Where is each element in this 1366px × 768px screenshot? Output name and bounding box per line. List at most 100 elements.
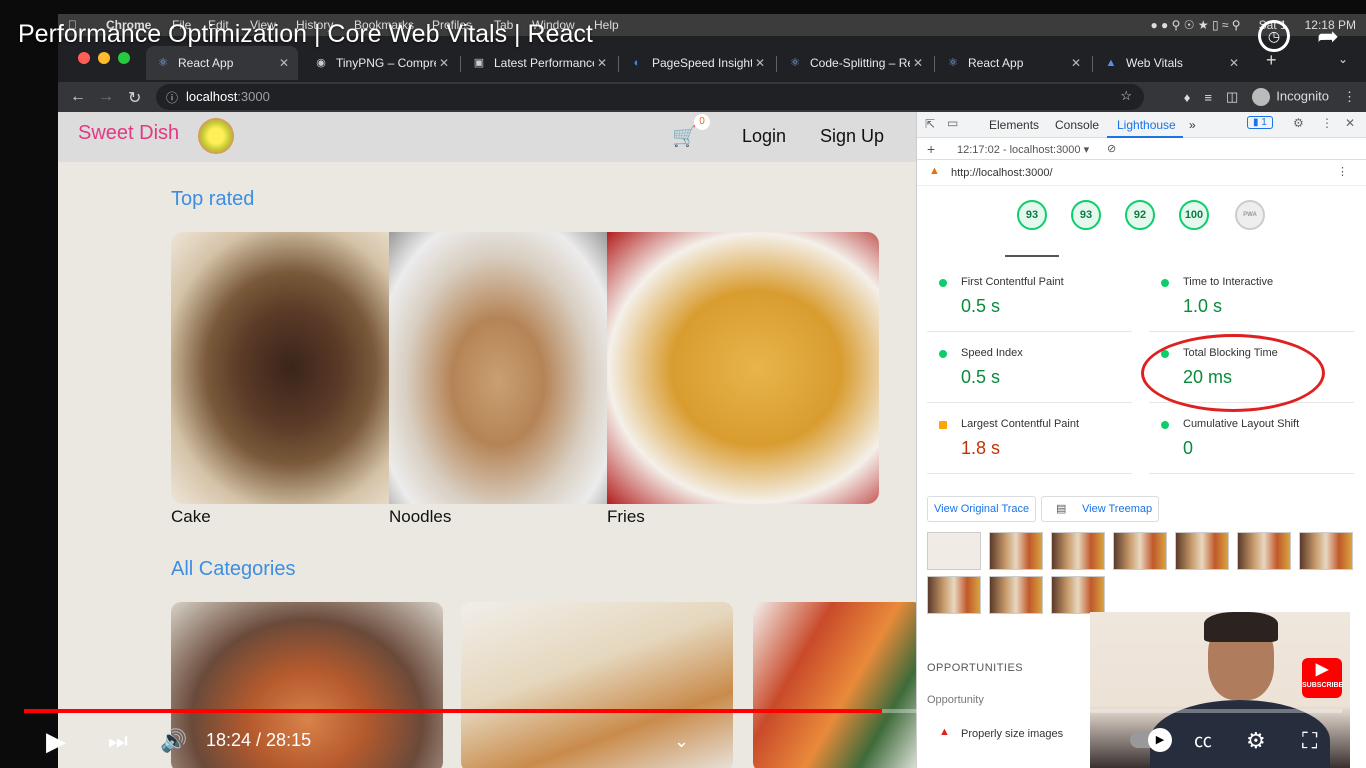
devtools-more-tabs[interactable]: »: [1189, 118, 1196, 132]
inspect-element-icon[interactable]: ⇱: [925, 117, 935, 131]
tab-label: TinyPNG – Compress: [336, 56, 436, 70]
time-display: 18:24 / 28:15: [206, 730, 312, 750]
reload-icon[interactable]: ↻: [128, 88, 141, 108]
laptop-icon: ▣: [473, 57, 485, 69]
noodles-image[interactable]: [389, 232, 607, 504]
tab-separator: [776, 56, 777, 72]
incognito-label: Incognito: [1276, 88, 1329, 104]
lighthouse-toolbar: + 12:17:02 - localhost:3000 ▾ ⊘: [917, 138, 1366, 160]
cart-icon[interactable]: 🛒: [672, 124, 697, 149]
close-icon[interactable]: ✕: [594, 56, 610, 70]
tab-react-app[interactable]: ⚛ React App ✕: [146, 46, 298, 80]
tab-web-vitals[interactable]: ▲ Web Vitals ✕: [1094, 46, 1248, 80]
tab-tinypng[interactable]: ◉ TinyPNG – Compress ✕: [304, 46, 458, 80]
pass-dot-icon: [939, 350, 947, 358]
view-treemap-label: View Treemap: [1082, 503, 1153, 515]
react-icon: ⚛: [158, 57, 168, 69]
volume-icon[interactable]: 🔊: [160, 726, 187, 756]
share-arrow-icon[interactable]: ➦: [1312, 20, 1344, 52]
clear-reports-icon[interactable]: ⊘: [1107, 142, 1116, 155]
score-gauge-pwa[interactable]: PWA: [1235, 200, 1265, 230]
captions-cc-icon[interactable]: ㏄: [1194, 726, 1212, 756]
tab-label: PageSpeed Insights: [652, 56, 752, 70]
device-toolbar-icon[interactable]: ▭: [947, 116, 958, 130]
tab-react-app-2[interactable]: ⚛ React App ✕: [936, 46, 1090, 80]
incognito-profile-button[interactable]: Incognito: [1252, 88, 1329, 106]
devtools-tab-lighthouse[interactable]: Lighthouse: [1117, 118, 1176, 132]
view-original-trace-button[interactable]: View Original Trace: [927, 496, 1037, 522]
back-arrow-icon[interactable]: ←: [70, 88, 86, 106]
extensions-puzzle-icon[interactable]: ♦: [1184, 90, 1191, 105]
fries-image[interactable]: [607, 232, 879, 504]
view-treemap-button[interactable]: ▤ View Treemap: [1041, 496, 1160, 522]
tab-search-chevron-icon[interactable]: ⌄: [1338, 52, 1348, 66]
filmstrip-frame: [1237, 532, 1291, 570]
url-text[interactable]: localhost:3000: [186, 89, 270, 104]
tab-pagespeed-insights[interactable]: ◐ PageSpeed Insights ✕: [620, 46, 774, 80]
close-icon[interactable]: ✕: [1068, 56, 1084, 70]
bookmark-star-icon[interactable]: ☆: [1120, 88, 1132, 104]
devtools-tab-elements[interactable]: Elements: [989, 118, 1039, 132]
filmstrip-frame: [1051, 576, 1105, 614]
window-zoom-button[interactable]: [118, 52, 130, 64]
video-player[interactable]:  Chrome File Edit View History Bookmark…: [0, 0, 1366, 768]
filmstrip-frame: [927, 576, 981, 614]
status-icons[interactable]: ● ● ⚲ ☉ ★ ▯ ≈ ⚲: [1150, 18, 1240, 32]
score-gauge-accessibility[interactable]: 93: [1071, 200, 1101, 230]
forward-arrow-icon[interactable]: →: [98, 88, 114, 106]
settings-gear-icon[interactable]: ⚙: [1246, 726, 1266, 756]
site-logo[interactable]: [198, 118, 234, 154]
fullscreen-icon[interactable]: ⛶: [1302, 726, 1317, 756]
issues-counter[interactable]: ▮ 1: [1247, 116, 1273, 129]
score-gauge-best-practices[interactable]: 92: [1125, 200, 1155, 230]
react-icon: ⚛: [948, 57, 958, 69]
signup-link[interactable]: Sign Up: [820, 126, 884, 147]
score-gauge-seo[interactable]: 100: [1179, 200, 1209, 230]
top-rated-heading: Top rated: [171, 188, 255, 210]
report-menu-icon[interactable]: ⋮: [1337, 165, 1348, 178]
settings-gear-icon[interactable]: ⚙: [1293, 116, 1304, 130]
devtools-tab-console[interactable]: Console: [1055, 118, 1099, 132]
play-button[interactable]: ▶: [46, 726, 66, 756]
report-select[interactable]: 12:17:02 - localhost:3000 ▾: [957, 143, 1089, 156]
url-port: :3000: [237, 89, 270, 104]
site-info-icon[interactable]: ⓘ: [166, 89, 178, 106]
progress-bar[interactable]: [24, 709, 1342, 713]
menu-help[interactable]: Help: [594, 18, 619, 32]
site-navbar: Sweet Dish 🛒 0 Login Sign Up: [58, 112, 916, 162]
report-url: http://localhost:3000/: [951, 167, 1053, 179]
score-gauge-performance[interactable]: 93: [1017, 200, 1047, 230]
next-video-icon[interactable]: ⏭: [108, 726, 128, 756]
autoplay-toggle[interactable]: ▶: [1130, 728, 1172, 752]
close-icon[interactable]: ✕: [752, 56, 768, 70]
window-minimize-button[interactable]: [98, 52, 110, 64]
tab-code-splitting[interactable]: ⚛ Code-Splitting – Re ✕: [778, 46, 932, 80]
new-tab-button[interactable]: +: [1266, 50, 1277, 71]
close-icon[interactable]: ✕: [436, 56, 452, 70]
tab-separator: [934, 56, 935, 72]
close-icon[interactable]: ✕: [910, 56, 926, 70]
login-link[interactable]: Login: [742, 126, 786, 147]
window-close-button[interactable]: [78, 52, 90, 64]
metric-first-contentful-paint: First Contentful Paint 0.5 s: [927, 262, 1132, 332]
watch-later-clock-icon[interactable]: ◷: [1258, 20, 1290, 52]
top-rated-gallery: [171, 232, 879, 504]
metric-label: Largest Contentful Paint: [961, 418, 1080, 430]
devtools-menu-icon[interactable]: ⋮: [1321, 116, 1333, 130]
filmstrip-frame: [989, 532, 1043, 570]
cake-image[interactable]: [171, 232, 389, 504]
site-brand[interactable]: Sweet Dish: [78, 122, 179, 145]
browser-menu-icon[interactable]: ⋮: [1343, 89, 1356, 105]
new-report-plus-icon[interactable]: +: [927, 141, 935, 157]
media-queue-icon[interactable]: ≡: [1204, 90, 1212, 105]
devtools-close-icon[interactable]: ✕: [1345, 116, 1355, 130]
video-title[interactable]: Performance Optimization | Core Web Vita…: [18, 20, 593, 49]
side-panel-icon[interactable]: ◫: [1226, 89, 1238, 105]
close-icon[interactable]: ✕: [276, 56, 292, 70]
chapters-chevron-icon[interactable]: ⌄: [674, 726, 689, 756]
gallery-caption-cake: Cake: [171, 507, 211, 526]
subscribe-badge[interactable]: ▶ SUBSCRIBE: [1302, 658, 1343, 698]
tab-latest-performance[interactable]: ▣ Latest Performance ✕: [462, 46, 616, 80]
address-bar[interactable]: ⓘ localhost:3000 ☆: [156, 84, 1144, 110]
close-icon[interactable]: ✕: [1226, 56, 1242, 70]
